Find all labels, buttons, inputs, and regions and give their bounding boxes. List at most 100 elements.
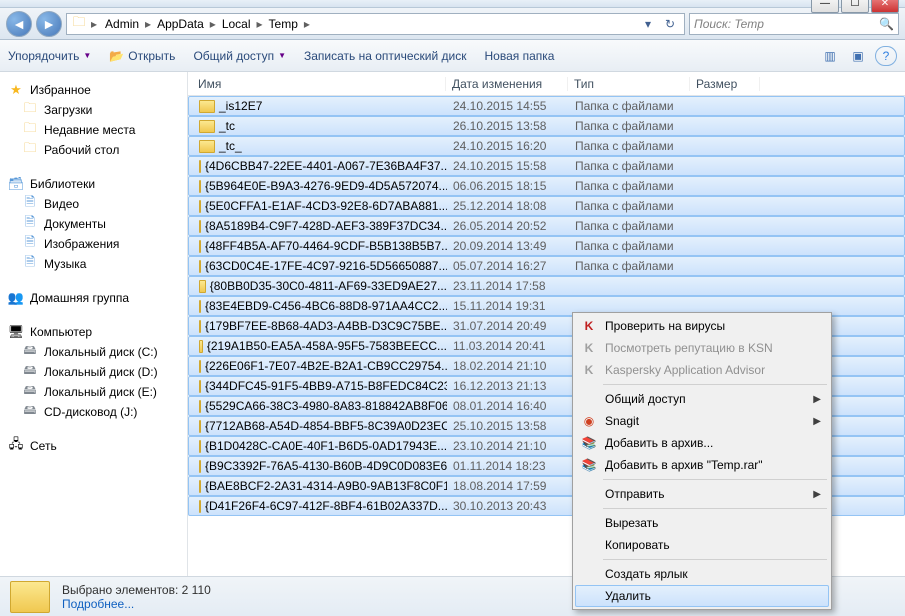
breadcrumb-item[interactable]: AppData — [153, 16, 208, 32]
folder-icon — [199, 160, 201, 173]
sidebar-favorites-head[interactable]: ★Избранное — [4, 80, 183, 100]
chevron-right-icon[interactable]: ▸ — [143, 17, 153, 31]
file-row[interactable]: {48FF4B5A-AF70-4464-9CDF-B5B138B5B7...20… — [188, 236, 905, 256]
drive-ic-icon: 🖴 — [22, 384, 38, 400]
col-name[interactable]: Имя — [188, 77, 446, 91]
folder-icon — [199, 220, 201, 233]
file-row[interactable]: {80BB0D35-30C0-4811-AF69-33ED9AE27...23.… — [188, 276, 905, 296]
sidebar-favorite-item[interactable]: 🗀Рабочий стол — [4, 140, 183, 160]
context-item[interactable]: 📚Добавить в архив... — [575, 432, 829, 454]
chevron-right-icon[interactable]: ▸ — [255, 17, 265, 31]
file-row[interactable]: {5B964E0E-B9A3-4276-9ED9-4D5A572074...06… — [188, 176, 905, 196]
submenu-arrow-icon: ▶ — [813, 489, 821, 500]
sidebar-drive-item[interactable]: 🖴Локальный диск (C:) — [4, 342, 183, 362]
sidebar-favorite-item[interactable]: 🗀Недавние места — [4, 120, 183, 140]
context-item[interactable]: Вырезать — [575, 512, 829, 534]
preview-pane-icon[interactable]: ▣ — [847, 46, 869, 66]
address-bar[interactable]: 🗀 ▸ Admin▸AppData▸Local▸Temp▸ ▾ ↻ — [66, 13, 685, 35]
folder-icon — [199, 380, 201, 393]
file-row[interactable]: {5E0CFFA1-E1AF-4CD3-92E8-6D7ABA881...25.… — [188, 196, 905, 216]
sidebar-library-item[interactable]: 🗎Музыка — [4, 254, 183, 274]
submenu-arrow-icon: ▶ — [813, 416, 821, 427]
lib-ic-icon: 🗎 — [22, 216, 38, 232]
status-details-link[interactable]: Подробнее... — [62, 597, 211, 611]
back-button[interactable]: ◄ — [6, 11, 32, 37]
sidebar: ★Избранное 🗀Загрузки🗀Недавние места🗀Рабо… — [0, 72, 188, 576]
sidebar-library-item[interactable]: 🗎Видео — [4, 194, 183, 214]
file-row[interactable]: _tc_24.10.2015 16:20Папка с файлами — [188, 136, 905, 156]
organize-button[interactable]: Упорядочить ▼ — [8, 49, 91, 63]
breadcrumb-item[interactable]: Local — [218, 16, 255, 32]
folder-icon — [199, 140, 215, 153]
sidebar-network[interactable]: 🖧Сеть — [4, 436, 183, 456]
sidebar-libraries-head[interactable]: 🗃Библиотеки — [4, 174, 183, 194]
forward-button[interactable]: ► — [36, 11, 62, 37]
folder-icon — [199, 420, 201, 433]
rar-icon: 📚 — [581, 457, 597, 473]
context-item[interactable]: Создать ярлык — [575, 563, 829, 585]
new-folder-button[interactable]: Новая папка — [484, 49, 554, 63]
drive-ic-icon: 🖴 — [22, 344, 38, 360]
libraries-icon: 🗃 — [8, 176, 24, 192]
folder-icon — [199, 500, 201, 513]
col-size[interactable]: Размер — [690, 77, 760, 91]
network-icon: 🖧 — [8, 438, 24, 454]
file-row[interactable]: {63CD0C4E-17FE-4C97-9216-5D56650887...05… — [188, 256, 905, 276]
minimize-button[interactable]: — — [811, 0, 839, 13]
folder-ic-icon: 🗀 — [22, 142, 38, 158]
search-input[interactable]: Поиск: Temp 🔍 — [689, 13, 899, 35]
chevron-right-icon[interactable]: ▸ — [89, 17, 99, 31]
folder-icon: 🗀 — [71, 16, 87, 32]
context-item: KПосмотреть репутацию в KSN — [575, 337, 829, 359]
burn-button[interactable]: Записать на оптический диск — [304, 49, 467, 63]
file-row[interactable]: {8A5189B4-C9F7-428D-AEF3-389F37DC34...26… — [188, 216, 905, 236]
context-separator — [603, 508, 827, 509]
sidebar-homegroup[interactable]: 👥Домашняя группа — [4, 288, 183, 308]
maximize-button[interactable]: ☐ — [841, 0, 869, 13]
context-item[interactable]: KПроверить на вирусы — [575, 315, 829, 337]
context-item[interactable]: ◉Snagit▶ — [575, 410, 829, 432]
view-icon[interactable]: ▥ — [819, 46, 841, 66]
folder-icon — [199, 340, 203, 353]
folder-icon — [199, 120, 215, 133]
sidebar-computer-head[interactable]: 🖥Компьютер — [4, 322, 183, 342]
help-icon[interactable]: ? — [875, 46, 897, 66]
folder-icon — [199, 180, 201, 193]
chevron-right-icon[interactable]: ▸ — [302, 17, 312, 31]
sidebar-drive-item[interactable]: 🖴Локальный диск (E:) — [4, 382, 183, 402]
drive-ic-icon: 🖴 — [22, 364, 38, 380]
refresh-icon[interactable]: ↻ — [660, 14, 680, 34]
computer-icon: 🖥 — [8, 324, 24, 340]
context-item[interactable]: 📚Добавить в архив "Temp.rar" — [575, 454, 829, 476]
share-button[interactable]: Общий доступ ▼ — [193, 49, 286, 63]
file-row[interactable]: _tc26.10.2015 13:58Папка с файлами — [188, 116, 905, 136]
context-item[interactable]: Отправить▶ — [575, 483, 829, 505]
folder-ic-icon: 🗀 — [22, 102, 38, 118]
status-folder-icon — [10, 581, 50, 613]
breadcrumb-item[interactable]: Admin — [101, 16, 143, 32]
sidebar-library-item[interactable]: 🗎Изображения — [4, 234, 183, 254]
folder-icon — [199, 300, 201, 313]
dropdown-icon[interactable]: ▾ — [638, 14, 658, 34]
col-date[interactable]: Дата изменения — [446, 77, 568, 91]
sidebar-drive-item[interactable]: 🖴CD-дисковод (J:) — [4, 402, 183, 422]
context-item[interactable]: Копировать — [575, 534, 829, 556]
context-separator — [603, 384, 827, 385]
submenu-arrow-icon: ▶ — [813, 394, 821, 405]
col-type[interactable]: Тип — [568, 77, 690, 91]
close-button[interactable]: ✕ — [871, 0, 899, 13]
context-item[interactable]: Удалить — [575, 585, 829, 607]
breadcrumb-item[interactable]: Temp — [265, 16, 302, 32]
file-row[interactable]: {4D6CBB47-22EE-4401-A067-7E36BA4F37...24… — [188, 156, 905, 176]
sidebar-drive-item[interactable]: 🖴Локальный диск (D:) — [4, 362, 183, 382]
k-grey-icon: K — [581, 362, 597, 378]
folder-icon — [199, 280, 206, 293]
context-item[interactable]: Общий доступ▶ — [575, 388, 829, 410]
chevron-right-icon[interactable]: ▸ — [208, 17, 218, 31]
sidebar-favorite-item[interactable]: 🗀Загрузки — [4, 100, 183, 120]
sidebar-library-item[interactable]: 🗎Документы — [4, 214, 183, 234]
folder-icon — [199, 240, 201, 253]
k-grey-icon: K — [581, 340, 597, 356]
file-row[interactable]: _is12E724.10.2015 14:55Папка с файлами — [188, 96, 905, 116]
open-button[interactable]: 📂Открыть — [109, 49, 175, 63]
